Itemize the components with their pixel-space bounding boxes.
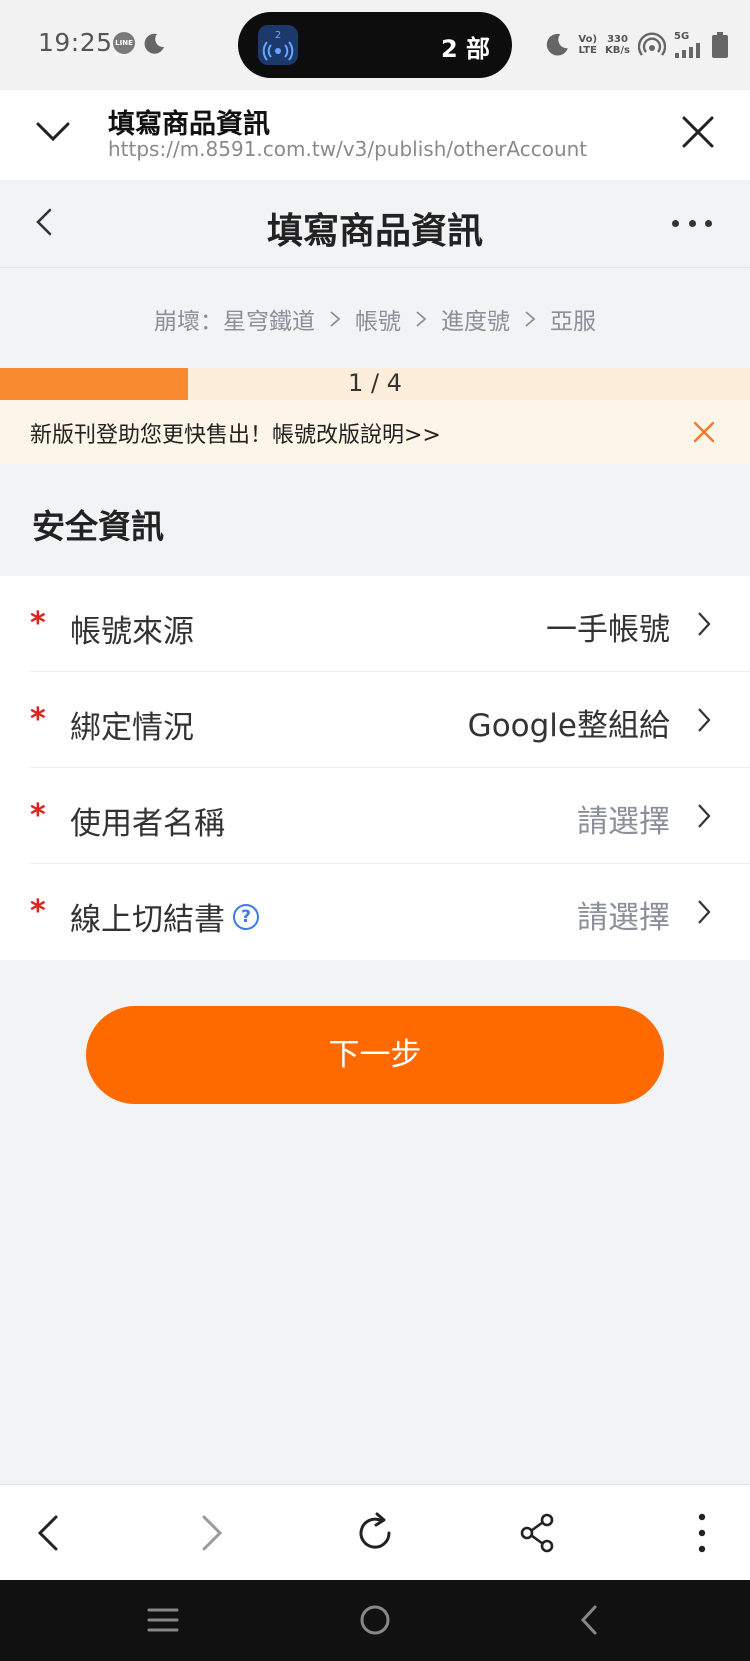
progress-bar: 1 / 4 <box>0 368 750 400</box>
signal-5g: 5G <box>674 32 704 58</box>
breadcrumb-item-game[interactable]: 崩壞：星穹鐵道 <box>154 302 315 336</box>
required-mark: * <box>30 702 46 737</box>
page-header: 填寫商品資訊 <box>0 180 750 268</box>
browser-top-bar: 填寫商品資訊 https://m.8591.com.tw/v3/publish/… <box>0 90 750 180</box>
field-label: 線上切結書 ? <box>70 894 259 939</box>
system-back-icon[interactable] <box>569 1602 609 1638</box>
form-row-binding-status[interactable]: * 綁定情況 Google整組給 <box>30 672 750 768</box>
home-icon[interactable] <box>355 1602 395 1638</box>
security-form: * 帳號來源 一手帳號 * 綁定情況 Google整組給 * 使用者名稱 請選擇… <box>0 576 750 960</box>
required-mark: * <box>30 606 46 641</box>
browser-url[interactable]: https://m.8591.com.tw/v3/publish/otherAc… <box>108 137 587 161</box>
field-label: 綁定情況 <box>70 710 194 746</box>
breadcrumb-item-type[interactable]: 帳號 <box>355 302 401 336</box>
status-bar: 19:25 LINE 2 2 部 Vo) LTE 330 KB/s 5G <box>0 0 750 90</box>
help-icon[interactable]: ? <box>233 903 259 930</box>
next-step-button[interactable]: 下一步 <box>86 1006 664 1104</box>
breadcrumb: 崩壞：星穹鐵道 帳號 進度號 亞服 <box>0 302 750 336</box>
section-title: 安全資訊 <box>32 507 164 546</box>
breadcrumb-item-category[interactable]: 進度號 <box>441 302 510 336</box>
hotspot-signal-icon <box>638 32 666 56</box>
system-nav-bar <box>0 1580 750 1661</box>
recent-apps-icon[interactable] <box>143 1602 183 1638</box>
net-speed: 330 KB/s <box>605 34 630 56</box>
form-row-username[interactable]: * 使用者名稱 請選擇 <box>30 768 750 864</box>
moon-icon <box>144 33 164 54</box>
status-indicators: Vo) LTE 330 KB/s 5G <box>544 28 728 62</box>
field-placeholder: 請選擇 <box>577 804 670 840</box>
chevron-right-icon <box>698 612 711 636</box>
close-icon[interactable] <box>676 110 720 154</box>
chevron-right-icon <box>698 804 711 828</box>
more-options-icon[interactable] <box>672 220 712 230</box>
notice-banner[interactable]: 新版刊登助您更快售出！帳號改版說明>> <box>0 400 750 464</box>
form-row-online-affidavit[interactable]: * 線上切結書 ? 請選擇 <box>30 864 750 960</box>
page-title: 填寫商品資訊 <box>266 211 483 252</box>
chevron-right-icon <box>416 311 427 327</box>
dynamic-island[interactable]: 2 2 部 <box>238 12 512 78</box>
chevron-right-icon <box>330 311 341 327</box>
island-count: 2 部 <box>440 35 490 63</box>
close-notice-icon[interactable] <box>692 420 716 444</box>
field-value: Google整組給 <box>467 708 670 744</box>
hotspot-icon: 2 <box>258 25 298 65</box>
browser-tab-title: 填寫商品資訊 <box>108 109 270 140</box>
browser-back-icon[interactable] <box>26 1509 74 1557</box>
battery-icon <box>712 32 728 58</box>
chevron-right-icon <box>698 708 711 732</box>
breadcrumb-item-server[interactable]: 亞服 <box>550 302 596 336</box>
status-time: 19:25 <box>38 28 113 57</box>
volte-indicator: Vo) LTE <box>578 34 598 56</box>
browser-menu-icon[interactable] <box>678 1509 726 1557</box>
reload-icon[interactable] <box>351 1509 399 1557</box>
field-label: 帳號來源 <box>70 614 194 650</box>
progress-label: 1 / 4 <box>348 369 402 397</box>
share-icon[interactable] <box>514 1509 562 1557</box>
line-icon: LINE <box>113 32 135 54</box>
browser-forward-icon[interactable] <box>186 1509 234 1557</box>
field-label: 使用者名稱 <box>70 806 225 842</box>
chevron-right-icon <box>698 900 711 924</box>
browser-bottom-bar <box>0 1484 750 1580</box>
svg-text:2: 2 <box>275 30 281 41</box>
form-row-account-source[interactable]: * 帳號來源 一手帳號 <box>30 576 750 672</box>
field-value: 一手帳號 <box>546 612 670 648</box>
dnd-moon-icon <box>547 33 569 56</box>
chevron-down-icon[interactable] <box>30 108 76 154</box>
signal-bars-icon <box>675 43 700 58</box>
required-mark: * <box>30 798 46 833</box>
notice-text[interactable]: 新版刊登助您更快售出！帳號改版說明>> <box>30 417 441 449</box>
required-mark: * <box>30 894 46 929</box>
chevron-right-icon <box>525 311 536 327</box>
field-placeholder: 請選擇 <box>577 900 670 936</box>
